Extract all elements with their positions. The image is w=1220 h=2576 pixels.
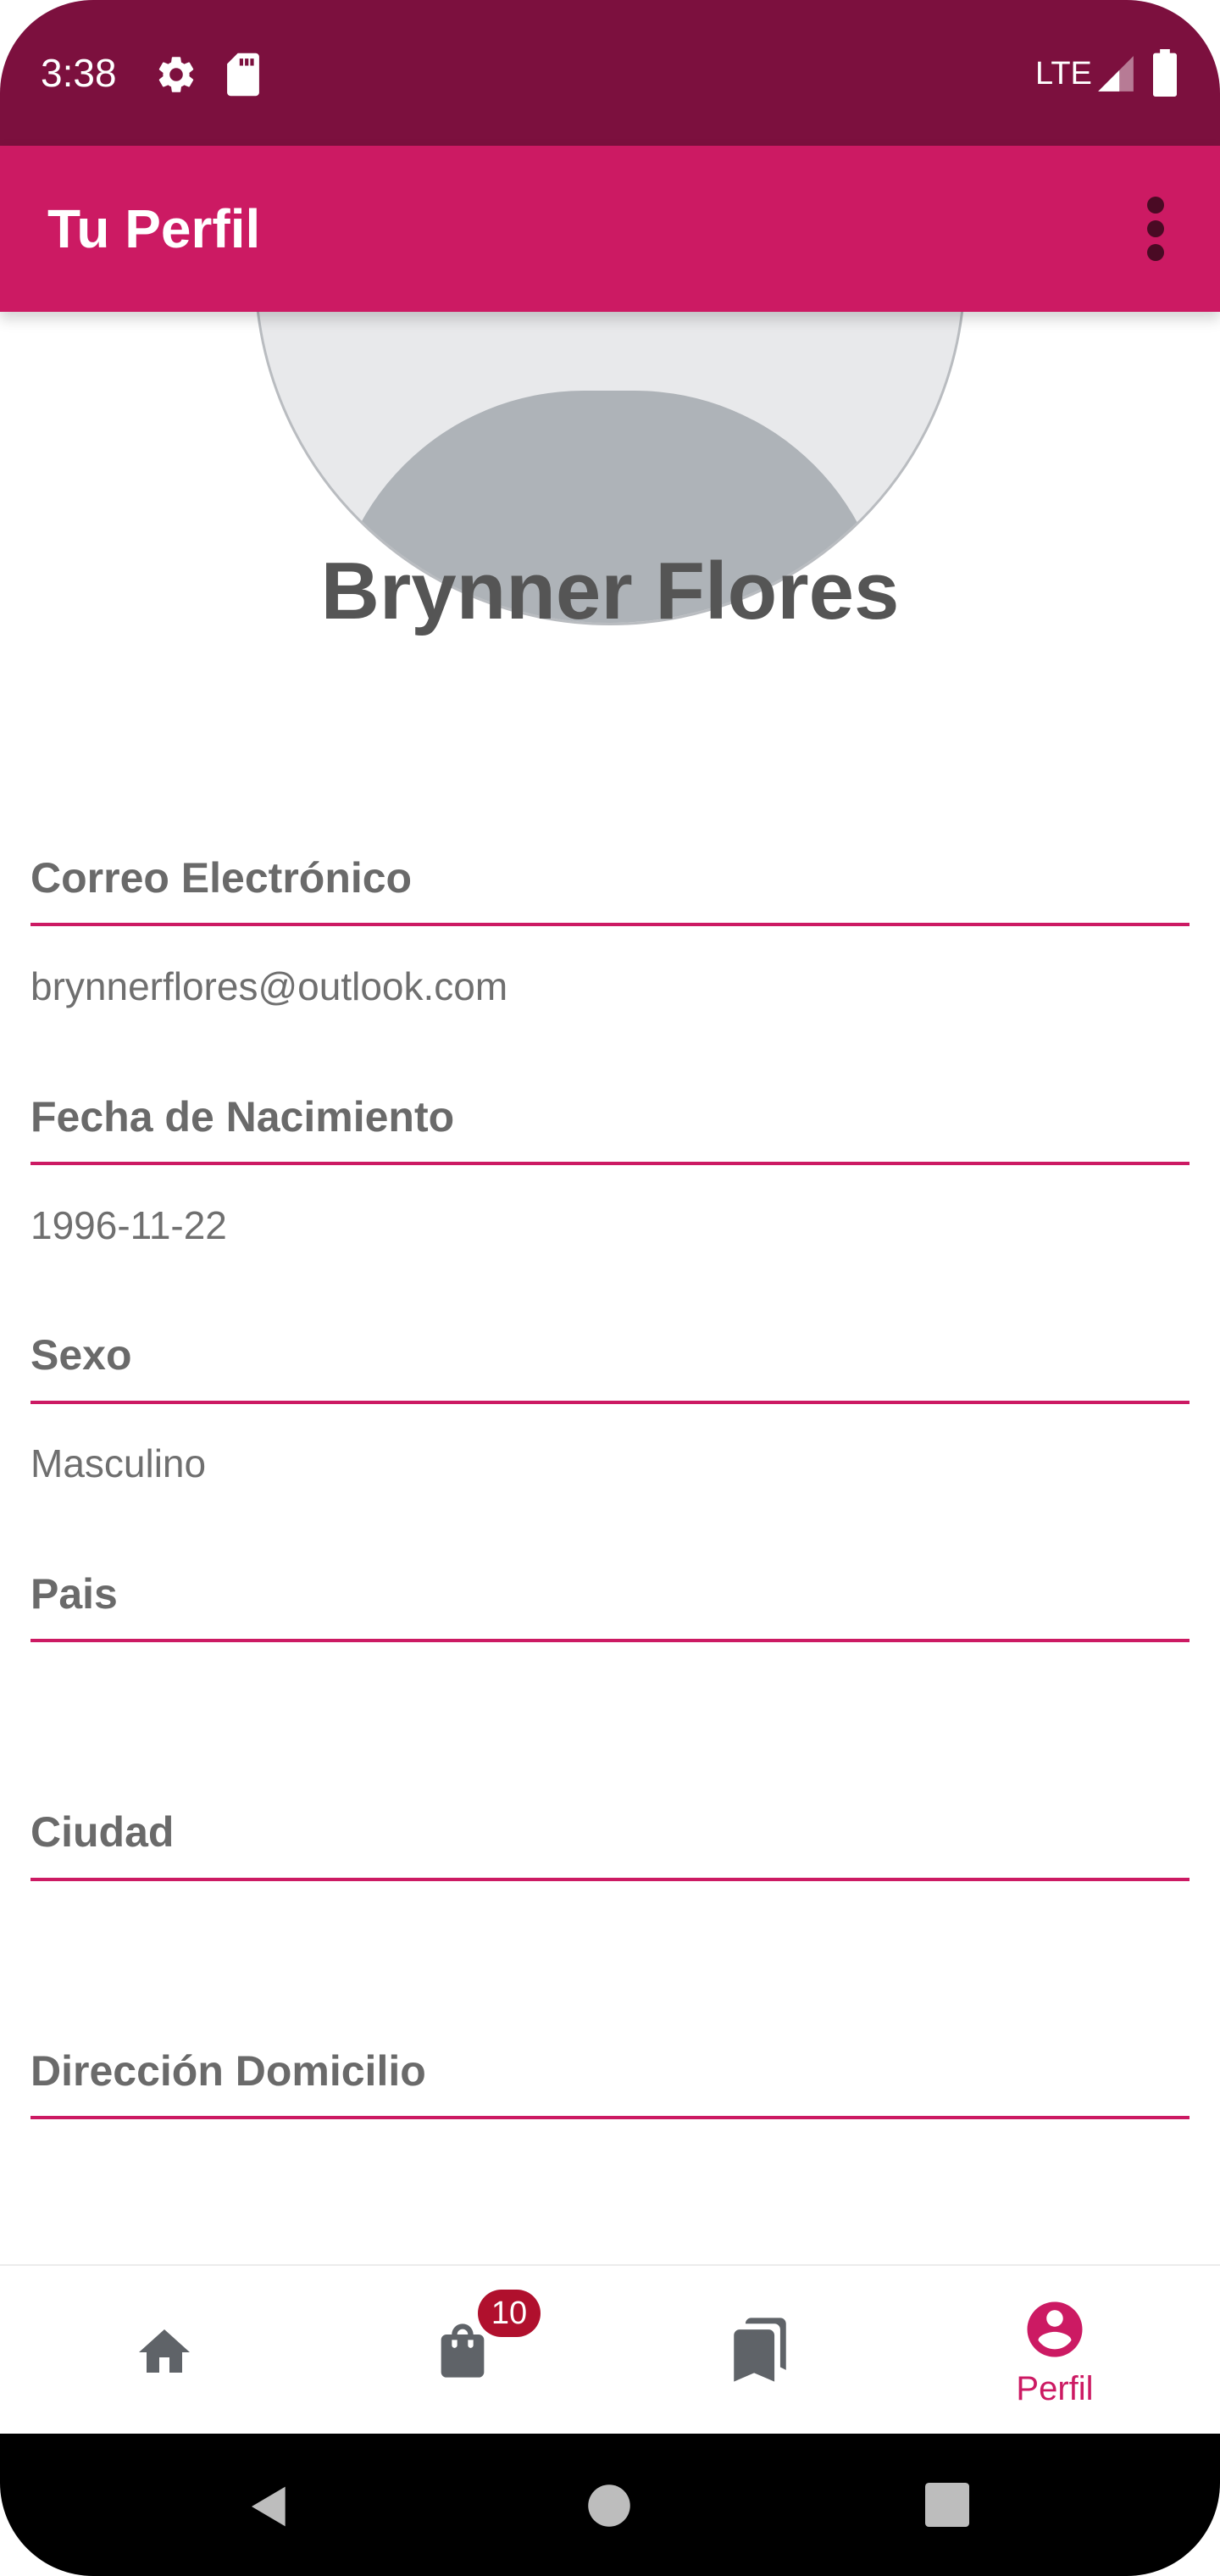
birthdate-label: Fecha de Nacimiento [30, 1093, 455, 1141]
email-label: Correo Electrónico [30, 854, 413, 902]
nav-item-profile[interactable] [957, 2266, 1152, 2435]
gear-icon [158, 57, 194, 92]
email-value: brynnerflores@outlook.com [30, 964, 508, 1008]
network-type: LTE [1035, 56, 1092, 92]
battery-icon [1153, 49, 1177, 97]
cart-count-badge: 10 [478, 2290, 541, 2337]
email-underline [30, 923, 1190, 926]
country-underline [30, 1639, 1190, 1642]
more-vertical-icon[interactable] [1132, 193, 1179, 264]
address-underline [30, 2116, 1190, 2119]
recents-icon[interactable] [925, 2483, 969, 2527]
app-bar: Tu Perfil [0, 146, 1220, 312]
city-underline [30, 1878, 1190, 1881]
bottom-navigation: 10 Perfil [0, 2264, 1220, 2435]
profile-name: Brynner Flores [320, 546, 900, 636]
nav-item-cart[interactable] [364, 2266, 559, 2435]
home-icon [139, 2329, 190, 2373]
sd-card-icon [227, 53, 259, 97]
sex-label: Sexo [30, 1331, 132, 1379]
city-label: Ciudad [30, 1808, 175, 1856]
sex-value: Masculino [30, 1441, 207, 1485]
birthdate-underline [30, 1162, 1190, 1165]
status-time: 3:38 [41, 51, 117, 95]
profile-content[interactable]: Brynner Flores Correo Electrónico brynne… [0, 312, 1220, 2264]
address-label: Dirección Domicilio [30, 2047, 426, 2095]
bookmarks-icon [734, 2318, 786, 2382]
home-circle-icon[interactable] [586, 2483, 632, 2529]
signal-icon [1098, 56, 1134, 92]
back-icon[interactable] [246, 2483, 293, 2530]
nav-item-bookmarks[interactable] [661, 2266, 856, 2435]
nav-label-profile: Perfil [1016, 2370, 1094, 2407]
nav-item-home[interactable] [68, 2266, 263, 2435]
birthdate-value: 1996-11-22 [30, 1203, 227, 1247]
page-title: Tu Perfil [47, 198, 261, 259]
sex-underline [30, 1401, 1190, 1404]
system-navigation-bar [0, 2434, 1220, 2576]
phone-screen: 3:38 LTE Tu Perfil Brynner Flores Correo… [0, 0, 1220, 2576]
country-label: Pais [30, 1570, 118, 1618]
account-circle-icon [1027, 2301, 1083, 2357]
status-bar: 3:38 LTE [0, 0, 1220, 146]
